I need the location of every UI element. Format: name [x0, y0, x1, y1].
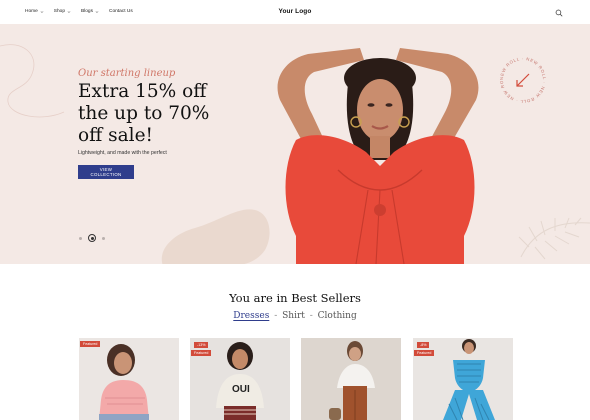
decorative-leaf	[518, 217, 590, 260]
best-sellers-tabs: Dresses - Shirt - Clothing	[0, 311, 590, 321]
tab-clothing[interactable]: Clothing	[318, 311, 357, 321]
featured-badge: Featured	[191, 350, 212, 356]
hero-subtext: Lightweight, and made with the perfect	[78, 150, 167, 156]
hero-tagline: Our starting lineup	[78, 68, 176, 79]
tab-dresses[interactable]: Dresses	[233, 311, 269, 321]
tab-shirt[interactable]: Shirt	[282, 311, 305, 321]
new-roll-badge: NEW ROLL · NEW ROLL · NEW ROLL · NEW ROL…	[497, 54, 547, 104]
headline-line: off sale!	[78, 125, 153, 146]
product-image	[301, 338, 401, 420]
featured-badge: Featured	[80, 341, 101, 347]
product-grid: Featured OUI -13% Featured -8% Featured	[79, 338, 513, 420]
headline-line: the up to 70%	[78, 103, 210, 124]
site-logo[interactable]: Your Logo	[0, 8, 590, 15]
hero-headline: Extra 15% off the up to 70% off sale!	[78, 81, 238, 147]
svg-text:OUI: OUI	[232, 384, 250, 395]
featured-badge: Featured	[414, 350, 435, 356]
hero-banner: Our starting lineup Extra 15% off the up…	[0, 24, 590, 264]
search-icon[interactable]	[555, 9, 563, 17]
product-card[interactable]: Featured	[79, 338, 179, 420]
view-collection-button[interactable]: VIEW COLLECTION	[78, 165, 134, 179]
slider-dot[interactable]	[79, 236, 82, 240]
product-card[interactable]: -8% Featured	[413, 338, 513, 420]
tab-separator: -	[309, 311, 313, 321]
slider-dot-active[interactable]	[88, 234, 96, 242]
product-card[interactable]: OUI -13% Featured	[190, 338, 290, 420]
tab-separator: -	[274, 311, 278, 321]
slider-dot[interactable]	[102, 236, 105, 240]
best-sellers-title: You are in Best Sellers	[229, 291, 361, 305]
slider-dots	[79, 234, 105, 242]
discount-badge: -13%	[194, 342, 209, 348]
site-header: Home Shop Blogs Contact Us Your Logo	[0, 0, 590, 24]
decorative-blob	[161, 209, 270, 264]
product-card[interactable]	[301, 338, 401, 420]
hero-model-image	[277, 48, 479, 264]
badge-text: NEW ROLL · NEW ROLL · NEW ROLL · NEW ROL…	[497, 54, 546, 104]
arrow-icon	[516, 73, 530, 87]
discount-badge: -8%	[417, 342, 430, 348]
headline-line: Extra 15% off	[78, 81, 207, 102]
product-image	[79, 338, 179, 420]
svg-text:NEW ROLL · NEW ROLL · NEW ROLL: NEW ROLL · NEW ROLL · NEW ROLL · NEW ROL…	[497, 54, 547, 104]
